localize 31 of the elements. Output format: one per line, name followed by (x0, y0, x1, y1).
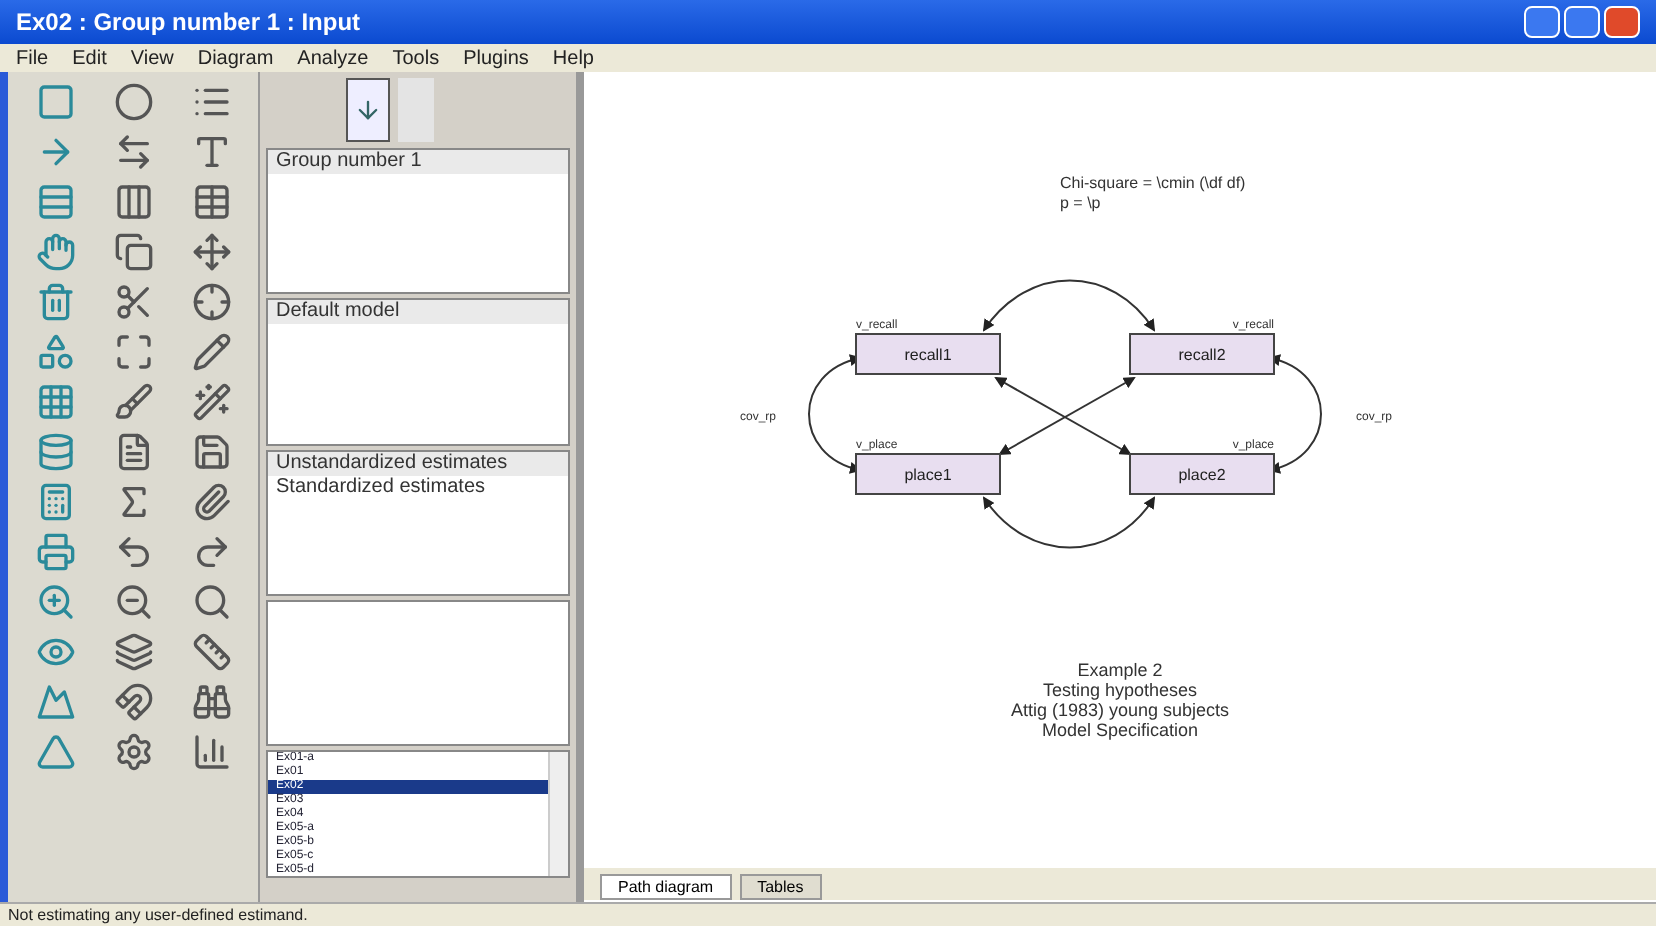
caption-line: Model Specification (1041, 720, 1199, 740)
menu-item[interactable]: File (16, 43, 49, 73)
status-text: Not estimating any user-defined estimand. (8, 903, 308, 926)
menu-item[interactable]: Edit (72, 43, 107, 73)
list-entry[interactable]: Default model (268, 300, 568, 325)
menu-item[interactable]: Help (552, 43, 594, 73)
view-tab[interactable]: Path diagram (600, 874, 732, 900)
fit-text: p = \p (1060, 194, 1101, 212)
caption-line: Example 2 (1077, 660, 1163, 680)
caption-line: Testing hypotheses (1042, 680, 1198, 700)
list-entry[interactable]: Standardized estimates (268, 475, 568, 499)
caption-line: Attig (1983) young subjects (1010, 700, 1230, 720)
menu-item[interactable]: Tools (392, 43, 440, 73)
maximize-button[interactable] (1564, 6, 1600, 38)
view-input-button[interactable] (346, 78, 390, 142)
menu-item[interactable]: View (130, 43, 174, 73)
scrollbar[interactable] (548, 752, 568, 876)
list-entry[interactable]: Group number 1 (268, 150, 568, 174)
view-tab[interactable]: Tables (739, 874, 822, 900)
menu-item[interactable]: Analyze (297, 43, 369, 73)
variable-name: place2 (1178, 466, 1226, 484)
minimize-button[interactable] (1524, 6, 1560, 38)
variable-name: recall2 (1178, 346, 1226, 364)
close-button[interactable] (1604, 6, 1640, 38)
menu-item[interactable]: Diagram (197, 43, 274, 73)
menu-item[interactable]: Plugins (463, 43, 529, 73)
variable-name: recall1 (904, 346, 952, 364)
variable-name: place1 (904, 466, 952, 484)
list-entry[interactable]: Unstandardized estimates (268, 451, 568, 475)
fit-text: Chi-square = \cmin (\df df) (1060, 174, 1246, 192)
window-title: Ex02 : Group number 1 : Input (16, 6, 361, 40)
